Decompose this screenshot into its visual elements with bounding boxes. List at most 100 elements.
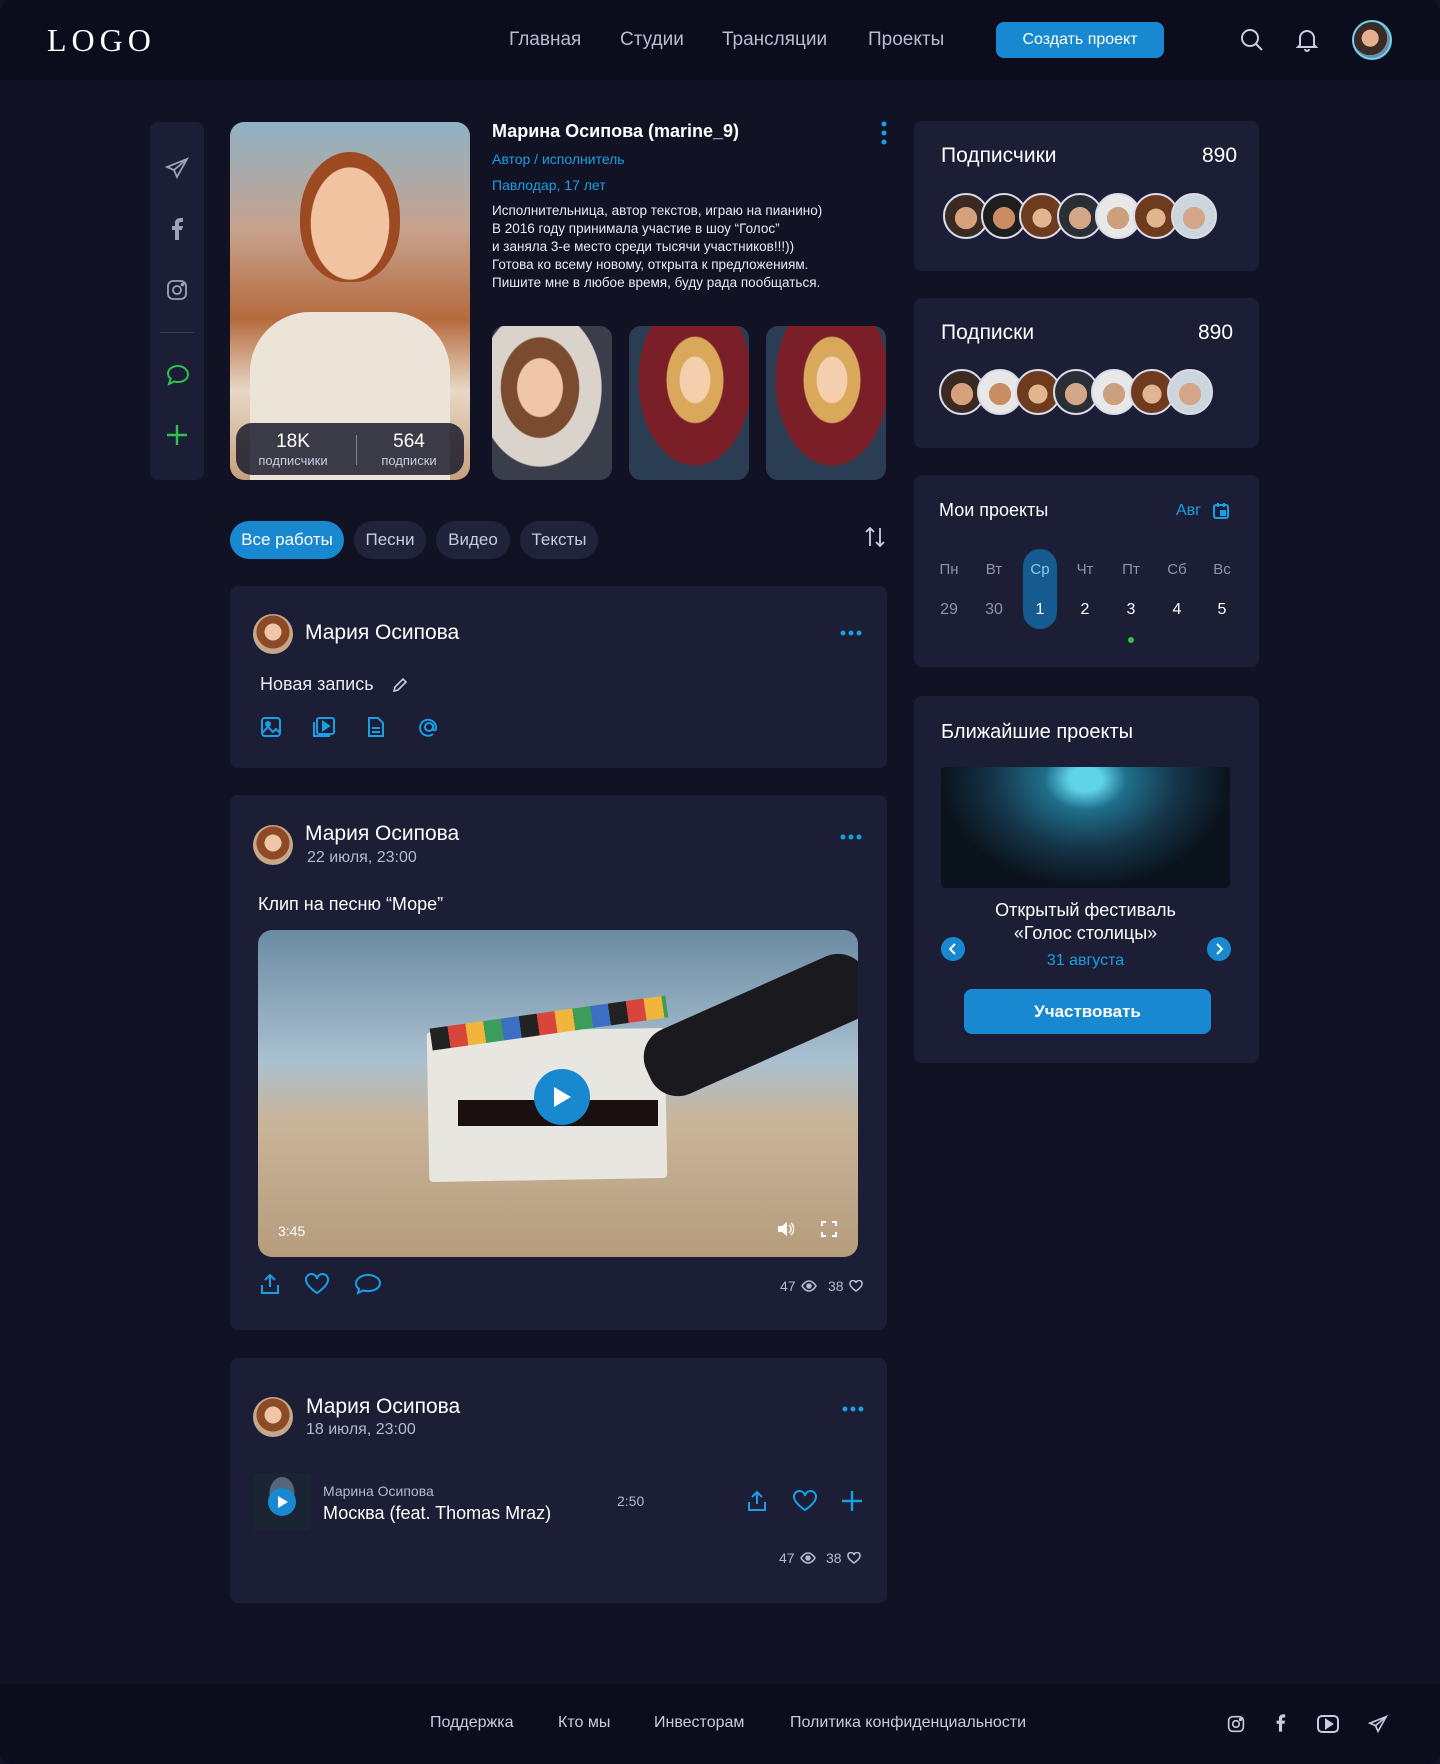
calendar-day-selected[interactable]: 1 (1023, 601, 1057, 619)
likes-count: 38 (826, 1550, 861, 1566)
nav-home[interactable]: Главная (509, 29, 581, 51)
add-icon[interactable] (166, 424, 188, 446)
track-play-button[interactable] (268, 1488, 296, 1516)
profile-menu-icon[interactable] (881, 121, 887, 145)
weekday-label: Сб (1167, 561, 1187, 578)
event-title: Открытый фестиваль «Голос столицы» (941, 899, 1230, 945)
play-button[interactable] (534, 1069, 590, 1125)
nav-studios[interactable]: Студии (620, 29, 684, 51)
gallery-photo[interactable] (766, 326, 886, 480)
add-to-playlist-icon[interactable] (841, 1490, 863, 1512)
calendar-day[interactable]: 2 (1068, 601, 1102, 619)
gallery-photo[interactable] (492, 326, 612, 480)
event-title-line: Открытый фестиваль (995, 900, 1176, 920)
pencil-icon[interactable] (392, 677, 408, 693)
upcoming-title: Ближайшие проекты (941, 721, 1134, 743)
attach-document-icon[interactable] (367, 716, 385, 738)
top-bar (0, 0, 1440, 80)
composer-author: Мария Осипова (305, 621, 460, 644)
calendar-day[interactable]: 3 (1114, 601, 1148, 619)
weekday-label: Пн (939, 561, 959, 578)
calendar-day[interactable]: 5 (1205, 601, 1239, 619)
calendar-day[interactable]: 29 (932, 601, 966, 619)
profile-name: Марина Осипова (marine_9) (492, 121, 739, 141)
bell-icon[interactable] (1296, 28, 1318, 52)
views-count: 47 (779, 1550, 816, 1566)
instagram-icon[interactable] (166, 279, 188, 301)
facebook-icon[interactable] (170, 218, 184, 240)
heart-icon (846, 1552, 861, 1564)
mention-icon[interactable] (418, 716, 440, 738)
footer-link-about[interactable]: Кто мы (558, 1714, 610, 1732)
attach-video-icon[interactable] (312, 716, 336, 738)
attach-image-icon[interactable] (260, 716, 282, 738)
profile-role: Автор / исполнитель (492, 151, 625, 167)
month-select[interactable]: Авг (1176, 502, 1201, 520)
subscribers-count: 890 (1202, 144, 1238, 167)
instagram-icon[interactable] (1227, 1715, 1245, 1733)
more-icon[interactable] (840, 630, 862, 636)
telegram-icon[interactable] (165, 157, 189, 179)
profile-stats: 18K подписчики 564 подписки (236, 423, 464, 475)
avatar[interactable] (1171, 193, 1217, 239)
youtube-icon[interactable] (1317, 1715, 1339, 1733)
logo[interactable]: LOGO (47, 22, 156, 59)
avatar[interactable] (1167, 369, 1213, 415)
fullscreen-icon[interactable] (821, 1221, 837, 1237)
calendar-day[interactable]: 30 (977, 601, 1011, 619)
likes-count: 38 (828, 1278, 863, 1294)
sidebar-divider (160, 332, 194, 333)
avatar (253, 614, 293, 654)
post-text: Клип на песню “Море” (258, 894, 444, 914)
calendar-icon[interactable] (1213, 502, 1229, 519)
prev-arrow-icon[interactable] (941, 937, 965, 961)
filter-all-works[interactable]: Все работы (230, 521, 344, 559)
search-icon[interactable] (1240, 28, 1264, 52)
filter-songs[interactable]: Песни (354, 521, 426, 559)
new-post-input[interactable]: Новая запись (260, 674, 374, 695)
footer-link-support[interactable]: Поддержка (430, 1714, 513, 1732)
more-icon[interactable] (842, 1406, 864, 1412)
subscriptions-avatars[interactable] (939, 369, 1213, 415)
weekday-label: Ср (1030, 561, 1050, 578)
like-icon[interactable] (792, 1490, 818, 1512)
video-duration: 3:45 (278, 1223, 306, 1239)
profile-bio: Исполнительница, автор текстов, играю на… (492, 202, 822, 292)
post-author: Мария Осипова (306, 1395, 461, 1418)
weekday-label: Пт (1122, 561, 1140, 578)
create-project-button[interactable]: Создать проект (996, 22, 1164, 58)
bio-line: В 2016 году принимала участие в шоу “Гол… (492, 221, 780, 236)
nav-projects[interactable]: Проекты (868, 29, 944, 51)
sort-icon[interactable] (864, 526, 886, 548)
bio-line: Исполнительница, автор текстов, играю на… (492, 203, 823, 218)
post-date: 22 июля, 23:00 (307, 849, 417, 866)
following-count: 564 (393, 431, 425, 452)
event-title-line: «Голос столицы» (1013, 923, 1158, 943)
user-avatar[interactable] (1352, 20, 1392, 60)
filter-texts[interactable]: Тексты (520, 521, 598, 559)
chat-icon[interactable] (166, 364, 190, 386)
more-icon[interactable] (840, 834, 862, 840)
share-icon[interactable] (747, 1490, 767, 1512)
filter-video[interactable]: Видео (436, 521, 510, 559)
footer-link-investors[interactable]: Инвесторам (654, 1714, 744, 1732)
comment-icon[interactable] (354, 1273, 382, 1295)
gallery-photo[interactable] (629, 326, 749, 480)
participate-button[interactable]: Участвовать (964, 989, 1211, 1034)
event-image[interactable] (941, 767, 1230, 888)
subscribers-title: Подписчики (941, 144, 1057, 167)
post-date: 18 июля, 23:00 (306, 1421, 416, 1438)
event-dot (1128, 637, 1134, 643)
like-icon[interactable] (304, 1273, 330, 1295)
track-title: Москва (feat. Thomas Mraz) (323, 1503, 552, 1523)
share-icon[interactable] (260, 1273, 280, 1295)
facebook-icon[interactable] (1275, 1714, 1286, 1732)
nav-streams[interactable]: Трансляции (722, 29, 827, 51)
hand-arm (634, 944, 858, 1106)
subscribers-avatars[interactable] (943, 193, 1217, 239)
footer-link-privacy[interactable]: Политика конфиденциальности (790, 1714, 1026, 1732)
next-arrow-icon[interactable] (1207, 937, 1231, 961)
telegram-icon[interactable] (1368, 1715, 1388, 1733)
calendar-day[interactable]: 4 (1160, 601, 1194, 619)
volume-icon[interactable] (776, 1221, 794, 1237)
